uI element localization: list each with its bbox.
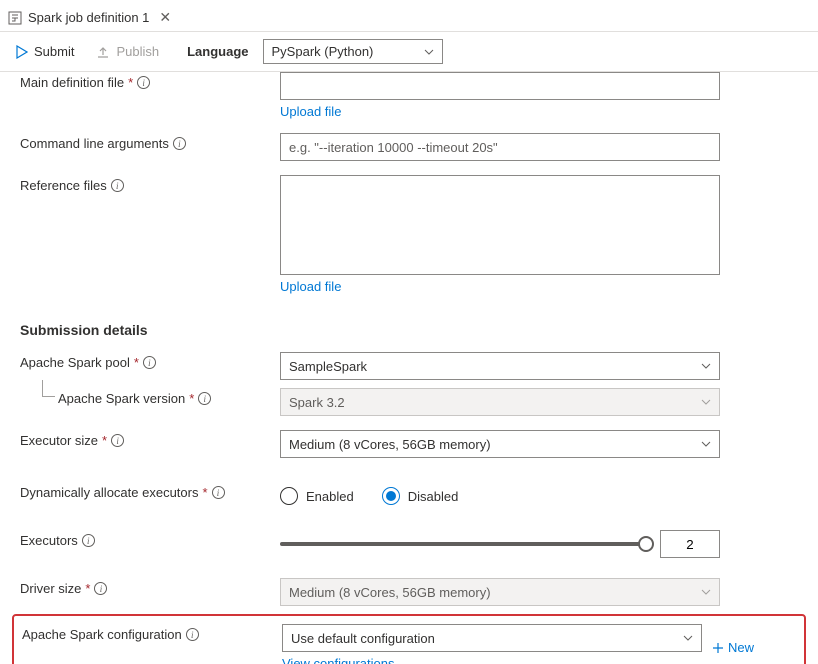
required-asterisk: *	[134, 355, 139, 370]
language-select[interactable]: PySpark (Python)	[263, 39, 443, 64]
language-label: Language	[187, 44, 248, 59]
radio-circle-icon	[280, 487, 298, 505]
cmd-args-input[interactable]	[280, 133, 720, 161]
info-icon[interactable]: i	[94, 582, 107, 595]
chevron-down-icon	[701, 441, 711, 447]
ref-files-label: Reference files	[20, 178, 107, 193]
main-def-input[interactable]	[280, 72, 720, 100]
info-icon[interactable]: i	[198, 392, 211, 405]
chevron-down-icon	[424, 49, 434, 55]
slider-thumb-icon[interactable]	[638, 536, 654, 552]
tab-bar: Spark job definition 1 ✕	[0, 0, 818, 32]
spark-job-icon	[8, 11, 22, 25]
spark-config-value: Use default configuration	[291, 631, 435, 646]
language-value: PySpark (Python)	[272, 44, 374, 59]
upload-icon	[96, 45, 110, 59]
dyn-alloc-label: Dynamically allocate executors	[20, 485, 198, 500]
spark-config-highlight: Apache Spark configuration i Use default…	[12, 614, 806, 664]
publish-label: Publish	[116, 44, 159, 59]
spark-version-select: Spark 3.2	[280, 388, 720, 416]
chevron-down-icon	[701, 589, 711, 595]
executors-label: Executors	[20, 533, 78, 548]
required-asterisk: *	[102, 433, 107, 448]
spark-pool-label: Apache Spark pool	[20, 355, 130, 370]
radio-enabled[interactable]: Enabled	[280, 487, 354, 505]
info-icon[interactable]: i	[186, 628, 199, 641]
submit-button[interactable]: Submit	[12, 42, 78, 61]
driver-size-select: Medium (8 vCores, 56GB memory)	[280, 578, 720, 606]
spark-pool-select[interactable]: SampleSpark	[280, 352, 720, 380]
ref-files-textarea[interactable]	[280, 175, 720, 275]
executors-value-input[interactable]	[660, 530, 720, 558]
info-icon[interactable]: i	[111, 434, 124, 447]
form-content: Main definition file * i Upload file Com…	[0, 72, 818, 664]
spark-version-value: Spark 3.2	[289, 395, 345, 410]
new-label: New	[728, 640, 754, 655]
radio-disabled[interactable]: Disabled	[382, 487, 459, 505]
spark-pool-value: SampleSpark	[289, 359, 367, 374]
info-icon[interactable]: i	[137, 76, 150, 89]
chevron-down-icon	[701, 363, 711, 369]
info-icon[interactable]: i	[82, 534, 95, 547]
spark-version-label: Apache Spark version	[58, 391, 185, 406]
info-icon[interactable]: i	[212, 486, 225, 499]
required-asterisk: *	[128, 75, 133, 90]
plus-icon	[712, 642, 724, 654]
exec-size-value: Medium (8 vCores, 56GB memory)	[289, 437, 491, 452]
required-asterisk: *	[85, 581, 90, 596]
driver-size-label: Driver size	[20, 581, 81, 596]
new-config-button[interactable]: New	[712, 640, 754, 655]
executors-slider[interactable]	[280, 542, 646, 546]
radio-disabled-label: Disabled	[408, 489, 459, 504]
cmd-args-label: Command line arguments	[20, 136, 169, 151]
upload-ref-files-link[interactable]: Upload file	[280, 279, 720, 294]
info-icon[interactable]: i	[173, 137, 186, 150]
radio-circle-icon	[382, 487, 400, 505]
info-icon[interactable]: i	[111, 179, 124, 192]
radio-enabled-label: Enabled	[306, 489, 354, 504]
view-configs-link[interactable]: View configurations	[282, 656, 702, 664]
main-def-label: Main definition file	[20, 75, 124, 90]
publish-button[interactable]: Publish	[92, 42, 163, 61]
required-asterisk: *	[189, 391, 194, 406]
required-asterisk: *	[202, 485, 207, 500]
toolbar: Submit Publish Language PySpark (Python)	[0, 32, 818, 72]
submit-label: Submit	[34, 44, 74, 59]
info-icon[interactable]: i	[143, 356, 156, 369]
tab-close-icon[interactable]: ✕	[155, 9, 175, 26]
chevron-down-icon	[701, 399, 711, 405]
chevron-down-icon	[683, 635, 693, 641]
exec-size-label: Executor size	[20, 433, 98, 448]
tab-title[interactable]: Spark job definition 1	[28, 10, 155, 25]
exec-size-select[interactable]: Medium (8 vCores, 56GB memory)	[280, 430, 720, 458]
spark-config-select[interactable]: Use default configuration	[282, 624, 702, 652]
play-icon	[16, 45, 28, 59]
upload-main-def-link[interactable]: Upload file	[280, 104, 720, 119]
driver-size-value: Medium (8 vCores, 56GB memory)	[289, 585, 491, 600]
spark-config-label: Apache Spark configuration	[22, 627, 182, 642]
submission-details-heading: Submission details	[20, 322, 798, 338]
